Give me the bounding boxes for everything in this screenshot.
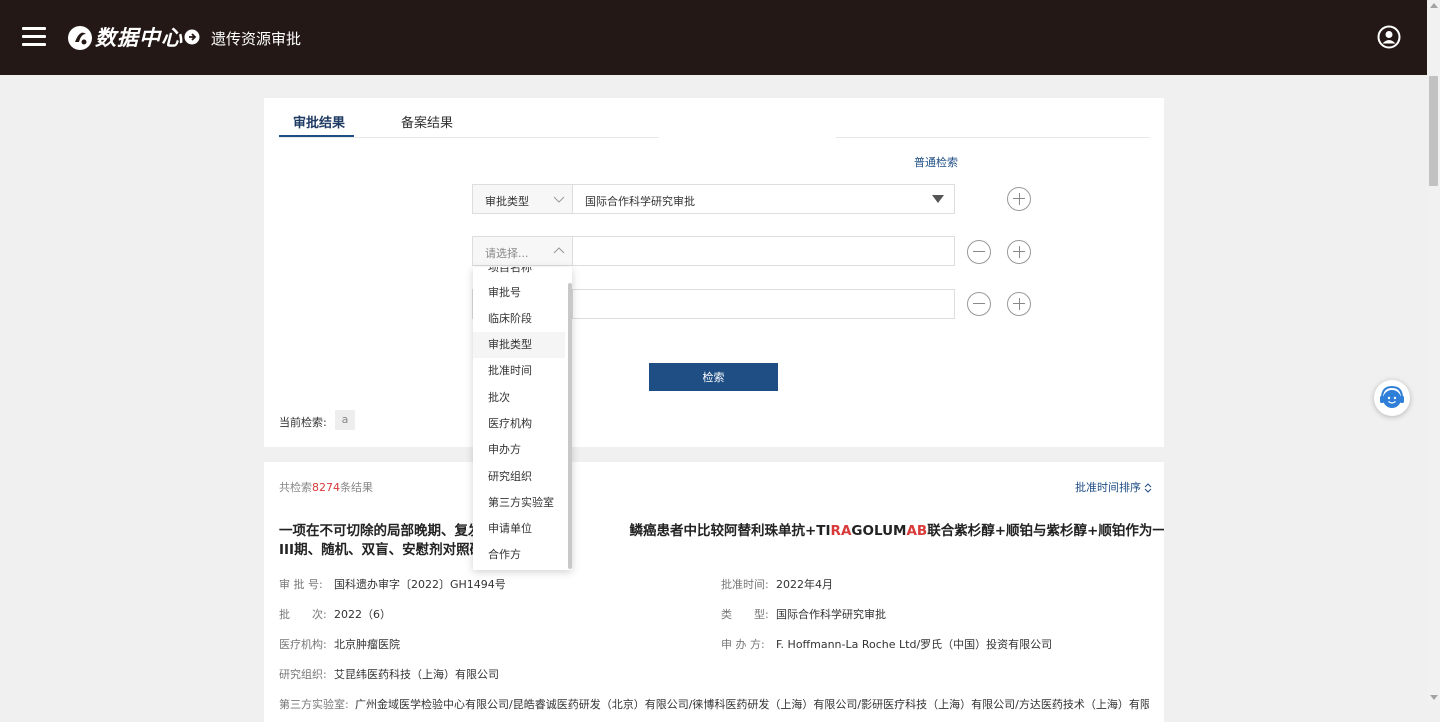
- dropdown-item[interactable]: 审批类型: [473, 332, 565, 358]
- results-panel: 共检索8274条结果 批准时间排序 一项在不可切除的局部晚期、复发 鳞癌患者中比较…: [264, 462, 1164, 722]
- add-row-button-1[interactable]: [1007, 187, 1031, 211]
- headset-icon: [1380, 385, 1404, 408]
- scroll-thumb[interactable]: [1429, 76, 1438, 186]
- dropdown-scrollbar[interactable]: [568, 283, 572, 569]
- field-approval-no: 审 批 号: 国科遗办审字〔2022〕GH1494号: [279, 578, 506, 591]
- dropdown-item[interactable]: 研究组织: [473, 464, 565, 490]
- dropdown-item[interactable]: 审批号: [473, 280, 565, 306]
- result-title[interactable]: 一项在不可切除的局部晚期、复发 鳞癌患者中比较阿替利珠单抗+TIRAGOLUMAB…: [279, 522, 1164, 560]
- tabs-divider: [279, 137, 659, 138]
- current-search-tag[interactable]: a: [335, 410, 355, 430]
- sort-by-approval-time[interactable]: 批准时间排序: [1075, 479, 1152, 495]
- field-approval-time: 批准时间: 2022年4月: [721, 578, 833, 591]
- field-institution: 医疗机构: 北京肿瘤医院: [279, 638, 400, 651]
- active-tab-indicator: [279, 135, 354, 137]
- dropdown-item[interactable]: 第三方实验室: [473, 490, 565, 516]
- user-icon[interactable]: [1377, 25, 1401, 49]
- field-select-1[interactable]: 审批类型: [472, 184, 574, 214]
- field-type: 类 型: 国际合作科学研究审批: [721, 608, 886, 621]
- breadcrumb: 遗传资源审批: [211, 30, 302, 48]
- simple-search-link[interactable]: 普通检索: [914, 154, 958, 170]
- field-sponsor: 申 办 方: F. Hoffmann-La Roche Ltd/罗氏（中国）投资有…: [721, 638, 1053, 651]
- remove-row-button-3[interactable]: [967, 292, 991, 316]
- chevron-up-icon: [553, 247, 565, 254]
- caret-down-icon: [932, 195, 944, 203]
- dropdown-item[interactable]: 合作方: [473, 542, 565, 568]
- search-button[interactable]: 检索: [649, 363, 778, 391]
- dropdown-item[interactable]: 批准时间: [473, 358, 565, 384]
- current-search-label: 当前检索:: [279, 416, 327, 429]
- logo-text: 数据中心: [95, 26, 183, 50]
- add-row-button-2[interactable]: [1007, 240, 1031, 264]
- field-batch: 批 次: 2022（6）: [279, 608, 391, 621]
- scroll-up-icon[interactable]: [1430, 3, 1438, 8]
- result-count: 共检索8274条结果: [279, 481, 373, 494]
- top-bar: 数据中心 遗传资源审批: [0, 0, 1427, 75]
- dropdown-item[interactable]: 申办方: [473, 437, 565, 463]
- page-scrollbar[interactable]: [1427, 0, 1440, 703]
- tabs-divider-right: [836, 137, 1150, 138]
- tab-filing-results[interactable]: 备案结果: [401, 112, 453, 131]
- remove-row-button-2[interactable]: [967, 240, 991, 264]
- customer-service-button[interactable]: [1374, 380, 1410, 416]
- logo-icon: [68, 26, 92, 50]
- menu-icon[interactable]: [22, 27, 46, 47]
- field-select-2[interactable]: 请选择...: [472, 236, 574, 266]
- dropdown-item[interactable]: 项目名称: [473, 267, 565, 281]
- field-third-party-lab: 第三方实验室: 广州金域医学检验中心有限公司/昆皓睿诚医药研发（北京）有限公司/徕…: [279, 698, 1149, 711]
- value-input-3[interactable]: [572, 289, 955, 319]
- dropdown-item[interactable]: 批次: [473, 385, 565, 411]
- scroll-down-icon[interactable]: [1430, 695, 1438, 700]
- chevron-down-icon: [553, 196, 565, 203]
- value-select-1[interactable]: 国际合作科学研究审批: [572, 184, 955, 214]
- field-research-org: 研究组织: 艾昆纬医药科技（上海）有限公司: [279, 668, 499, 681]
- search-panel: 审批结果 备案结果 普通检索 审批类型 国际合作科学研究审批 请选择... 检索…: [264, 98, 1164, 447]
- field-dropdown-menu: 项目名称 审批号 临床阶段 审批类型 批准时间 批次 医疗机构 申办方 研究组织…: [473, 267, 572, 570]
- dropdown-item[interactable]: 申请单位: [473, 516, 565, 542]
- search-row-2: 请选择...: [472, 236, 955, 266]
- sort-icon: [1144, 483, 1152, 493]
- dropdown-item[interactable]: 医疗机构: [473, 411, 565, 437]
- arrow-right-circle-icon: [184, 29, 200, 45]
- tab-approval-results[interactable]: 审批结果: [293, 112, 345, 131]
- value-input-2[interactable]: [572, 236, 955, 266]
- dropdown-item[interactable]: 临床阶段: [473, 306, 565, 332]
- search-row-1: 审批类型 国际合作科学研究审批: [472, 184, 955, 214]
- add-row-button-3[interactable]: [1007, 292, 1031, 316]
